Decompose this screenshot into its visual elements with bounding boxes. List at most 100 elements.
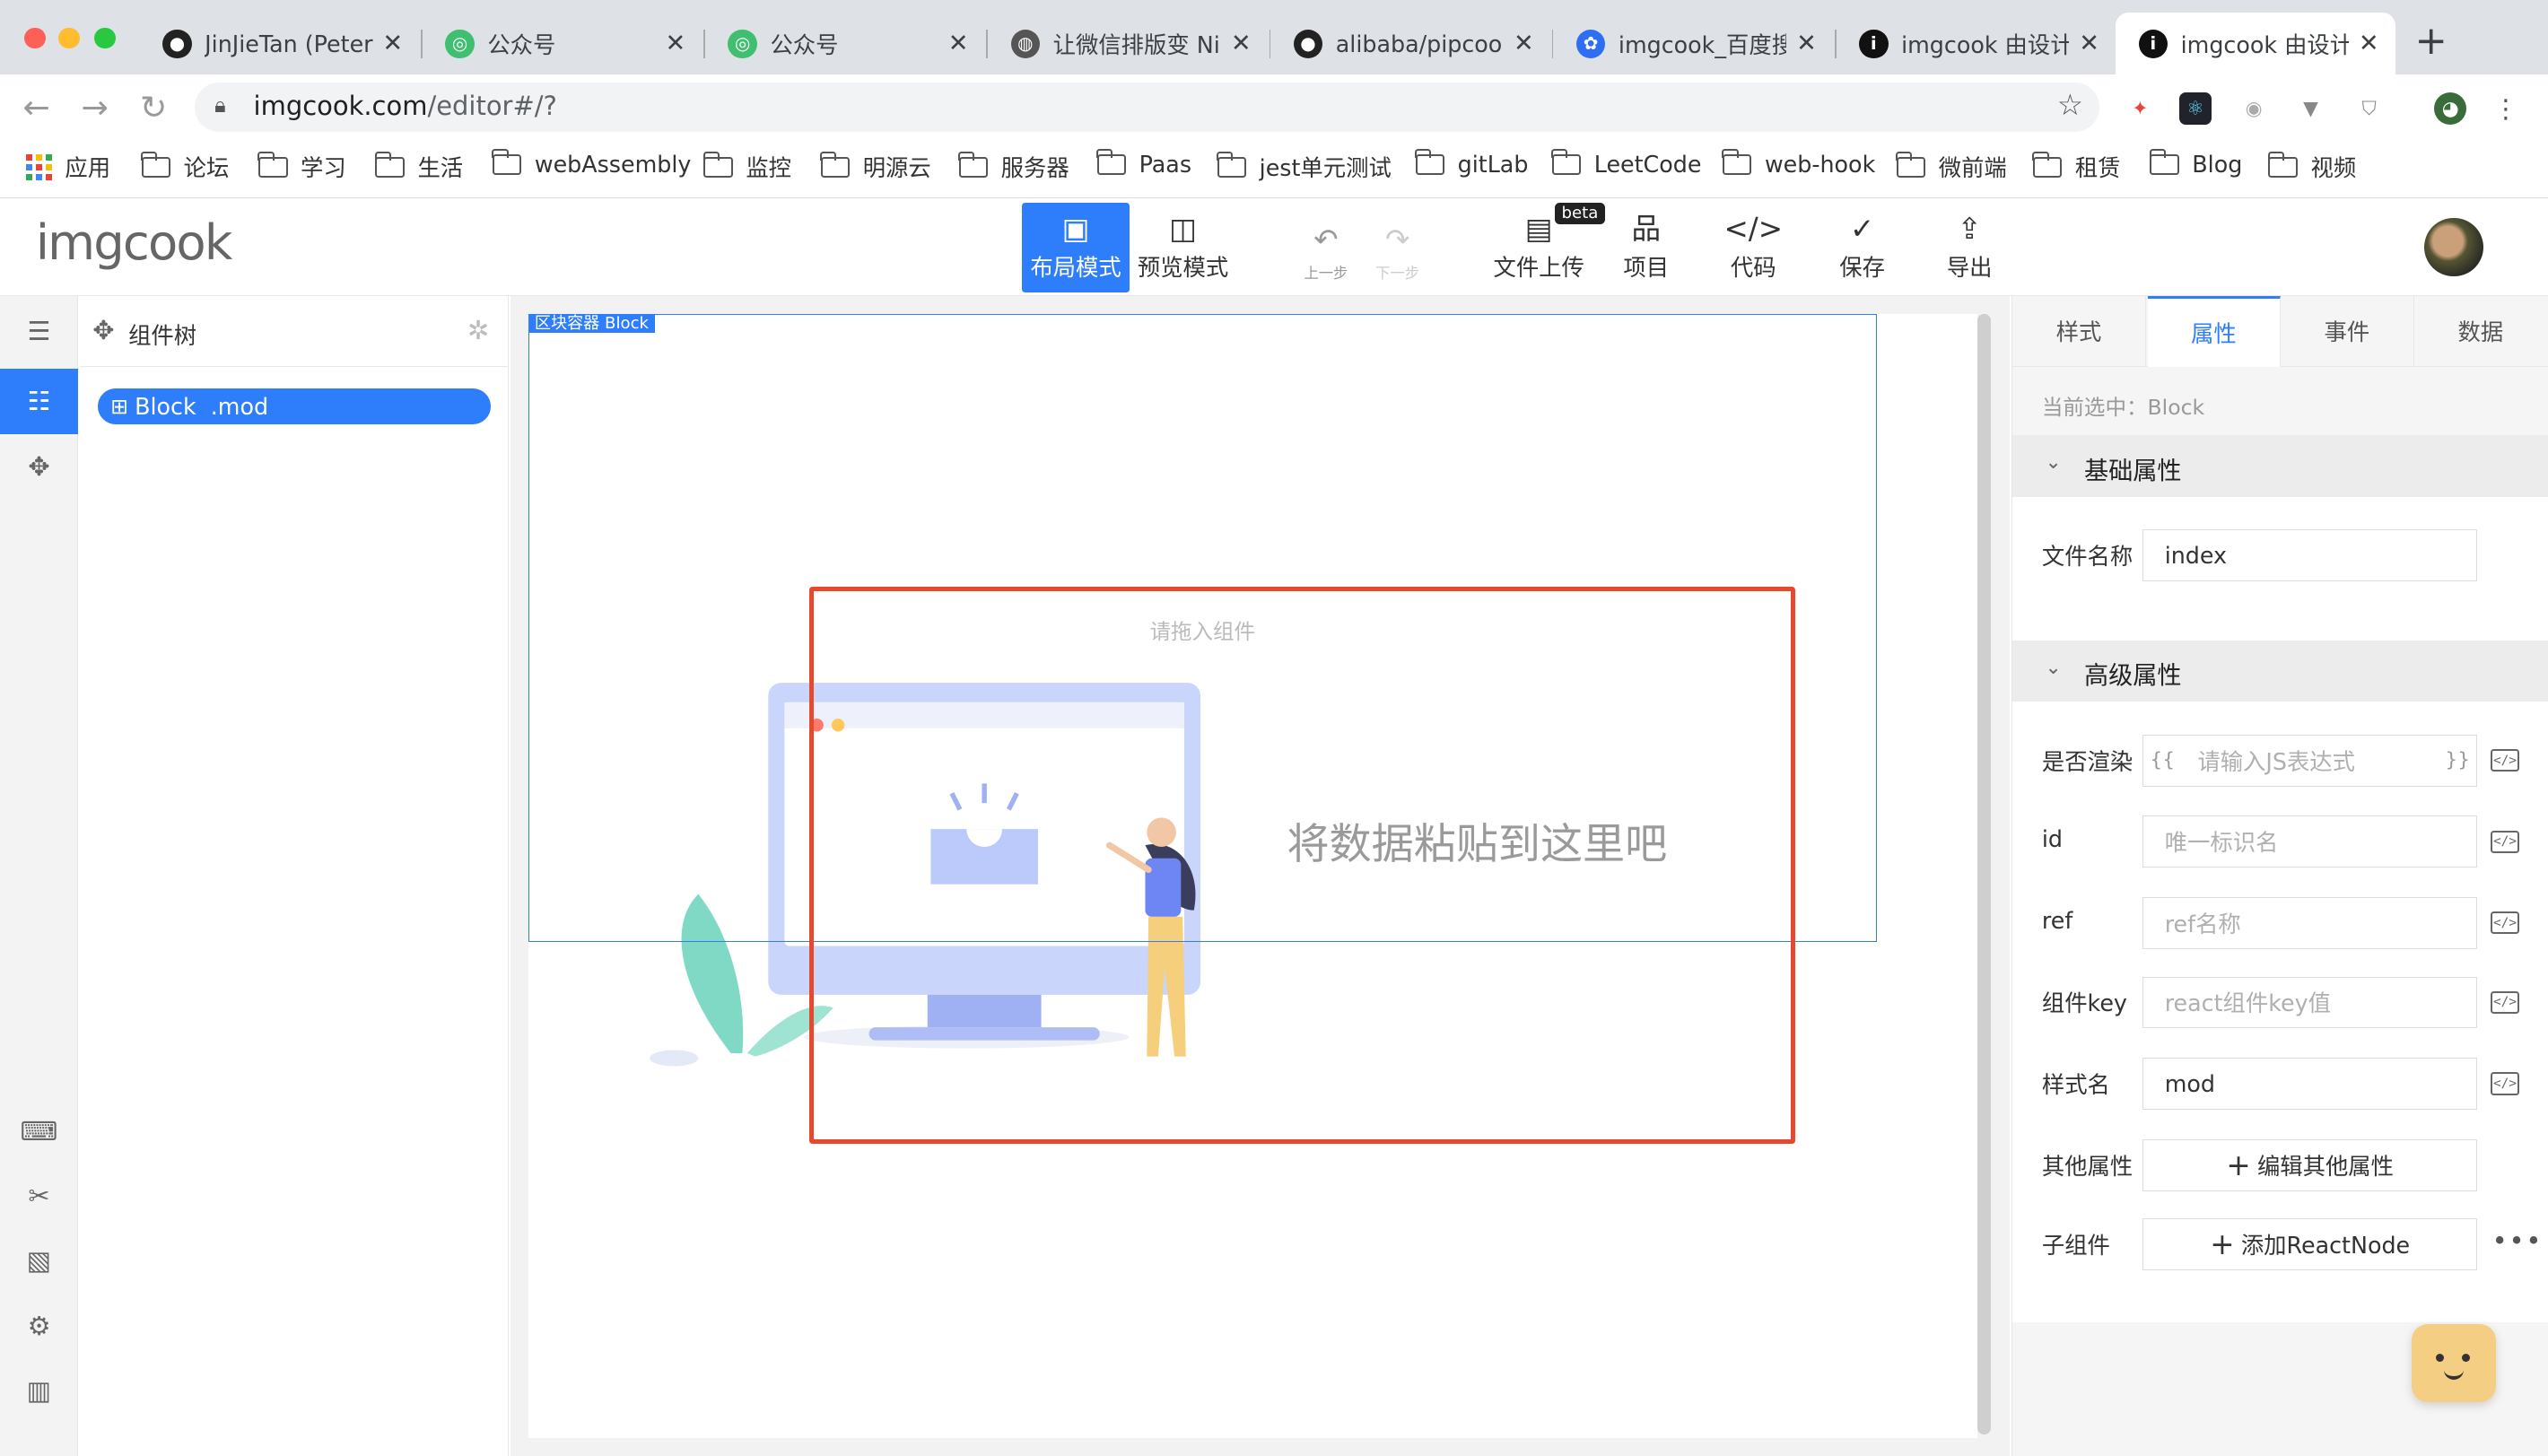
code-toggle-icon[interactable]: </> [2490, 990, 2520, 1015]
tab-close-icon[interactable]: ✕ [948, 30, 969, 57]
collapse-menu-icon[interactable]: ☰ [0, 299, 78, 363]
browser-tab[interactable]: ◍ 让微信排版变 Nic ✕ [988, 13, 1268, 74]
tab-style[interactable]: 样式 [2012, 295, 2146, 368]
bookmark-folder[interactable]: 租赁 [2032, 151, 2121, 183]
bookmark-folder[interactable]: 明源云 [819, 151, 931, 183]
code-button[interactable]: </> 代码 [1700, 203, 1808, 292]
imgcook-logo[interactable]: imgcook [36, 214, 232, 271]
export-icon: ⇪ [1957, 211, 1982, 246]
more-options-icon[interactable]: ••• [2492, 1225, 2544, 1256]
react-devtools-icon[interactable]: ⚛ [2178, 92, 2212, 126]
assistant-bot-icon[interactable] [2411, 1324, 2496, 1403]
shield-icon[interactable]: ⛉ [2353, 92, 2386, 125]
tree-settings-icon[interactable]: ✲ [467, 315, 489, 345]
settings-panel-icon[interactable]: ⚙ [0, 1294, 78, 1358]
bookmark-folder[interactable]: gitLab [1414, 149, 1528, 178]
properties-panel: 样式 属性 事件 数据 当前选中：Block ⌄ 基础属性 文件名称 index… [2011, 295, 2548, 1456]
code-toggle-icon[interactable]: </> [2490, 748, 2520, 772]
filename-label: 文件名称 [2041, 543, 2134, 571]
extension-icon[interactable]: ✦ [2124, 92, 2156, 125]
folder-icon [819, 152, 851, 179]
bookmark-folder[interactable]: 服务器 [957, 151, 1069, 183]
chevron-down-icon: ⌄ [2045, 451, 2062, 475]
bookmark-folder[interactable]: web-hook [1722, 149, 1875, 178]
tab-attributes[interactable]: 属性 [2147, 295, 2282, 368]
bookmark-folder[interactable]: webAssembly [492, 149, 691, 178]
preview-mode-button[interactable]: ◫ 预览模式 [1130, 203, 1237, 292]
minimize-window-button[interactable] [58, 27, 80, 49]
maximize-window-button[interactable] [94, 27, 116, 49]
extension-icon[interactable]: ◉ [2238, 92, 2270, 125]
browser-tab[interactable]: ◎ 公众号 ✕ [705, 13, 985, 74]
bookmark-folder[interactable]: 视频 [2267, 151, 2356, 183]
tree-node-block[interactable]: ⊞ Block .mod [97, 388, 491, 424]
back-icon[interactable]: ← [22, 88, 49, 126]
ref-input[interactable]: ref名称 [2142, 896, 2478, 949]
reload-icon[interactable]: ↻ [140, 88, 167, 126]
browser-tab[interactable]: ✿ imgcook_百度搜 ✕ [1554, 13, 1834, 74]
image-panel-icon[interactable]: ▧ [0, 1228, 78, 1293]
browser-tab[interactable]: i imgcook 由设计 ✕ [1837, 13, 2116, 74]
bookmark-folder[interactable]: 学习 [257, 151, 346, 183]
bookmark-folder[interactable]: 监控 [702, 151, 791, 183]
avatar[interactable] [2424, 217, 2483, 276]
tools-icon[interactable]: ✂ [0, 1164, 78, 1228]
bookmark-folder[interactable]: Blog [2149, 149, 2242, 178]
save-button[interactable]: ✓ 保存 [1809, 203, 1916, 292]
filename-input[interactable]: index [2142, 529, 2478, 582]
forward-icon[interactable]: → [82, 88, 109, 126]
wechat-icon: ◎ [445, 29, 475, 59]
bookmark-apps[interactable]: 应用 [25, 151, 110, 183]
code-toggle-icon[interactable]: </> [2490, 830, 2520, 853]
project-button[interactable]: 品 项目 [1592, 203, 1700, 292]
bookmark-star-icon[interactable]: ☆ [2057, 88, 2083, 122]
tab-close-icon[interactable]: ✕ [1231, 30, 1252, 57]
id-input[interactable]: 唯一标识名 [2142, 815, 2478, 868]
profile-avatar-icon[interactable]: ◕ [2434, 92, 2467, 126]
edit-other-props-button[interactable]: + 编辑其他属性 [2142, 1138, 2478, 1191]
children-label: 子组件 [2041, 1232, 2110, 1260]
wechat-icon: ◎ [728, 29, 757, 59]
component-tree-icon[interactable]: ☷ [0, 369, 78, 434]
classname-input[interactable]: mod [2142, 1058, 2478, 1111]
new-tab-button[interactable]: + [2414, 22, 2447, 61]
layout-mode-button[interactable]: ▣ 布局模式 [1022, 203, 1130, 292]
code-toggle-icon[interactable]: </> [2490, 1072, 2520, 1095]
browser-tab[interactable]: ● JinJieTan (Peter) ✕ [140, 13, 420, 74]
browser-tab-active[interactable]: i imgcook 由设计 ✕ [2116, 13, 2395, 75]
basic-props-section: 文件名称 index [2012, 497, 2548, 641]
tab-data[interactable]: 数据 [2414, 296, 2548, 368]
redo-button[interactable]: ↷ 下一步 [1344, 203, 1452, 292]
browser-tab[interactable]: ● alibaba/pipcook ✕ [1270, 13, 1550, 74]
tab-close-icon[interactable]: ✕ [1514, 30, 1534, 57]
tab-events[interactable]: 事件 [2281, 295, 2414, 368]
advanced-props-header[interactable]: ⌄ 高级属性 [2012, 640, 2548, 702]
menu-kebab-icon[interactable]: ⋮ [2490, 92, 2522, 125]
code-toggle-icon[interactable]: </> [2490, 911, 2520, 935]
folder-icon [140, 152, 171, 179]
render-expression-input[interactable]: {{ 请输入JS表达式 }} [2142, 734, 2478, 787]
basic-props-header[interactable]: ⌄ 基础属性 [2012, 435, 2548, 498]
browser-tab[interactable]: ◎ 公众号 ✕ [423, 13, 702, 74]
bookmark-folder[interactable]: jest单元测试 [1216, 151, 1392, 183]
add-reactnode-button[interactable]: + 添加ReactNode [2142, 1218, 2478, 1271]
document-panel-icon[interactable]: ▥ [0, 1358, 78, 1423]
address-bar[interactable]: 🔒︎ imgcook.com/editor#/? ☆ [195, 83, 2100, 132]
canvas-scrollbar[interactable] [1977, 313, 1991, 1435]
bookmark-folder[interactable]: 生活 [374, 151, 463, 183]
tab-close-icon[interactable]: ✕ [382, 30, 403, 57]
tab-close-icon[interactable]: ✕ [666, 30, 686, 57]
vue-devtools-icon[interactable]: ▼ [2294, 92, 2326, 125]
tab-close-icon[interactable]: ✕ [1796, 30, 1817, 57]
bookmark-folder[interactable]: 论坛 [140, 151, 229, 183]
bookmark-folder[interactable]: 微前端 [1895, 151, 2007, 183]
key-input[interactable]: react组件key值 [2142, 976, 2478, 1029]
export-button[interactable]: ⇪ 导出 [1915, 203, 2023, 292]
close-window-button[interactable] [24, 27, 46, 49]
tab-close-icon[interactable]: ✕ [2079, 30, 2099, 57]
plugin-icon[interactable]: ✥ [0, 434, 78, 499]
tab-close-icon[interactable]: ✕ [2359, 30, 2379, 57]
bookmark-folder[interactable]: LeetCode [1550, 149, 1701, 178]
code-panel-icon[interactable]: ⌨ [0, 1098, 78, 1163]
bookmark-folder[interactable]: Paas [1095, 149, 1191, 178]
